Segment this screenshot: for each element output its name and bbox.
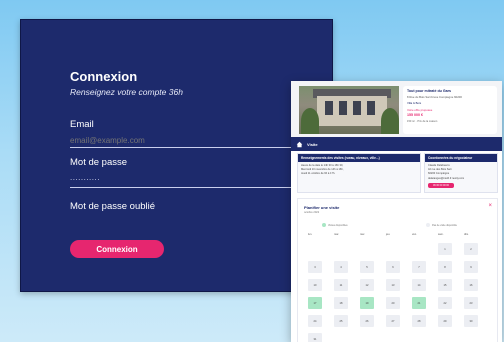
- email-label: Email: [70, 119, 94, 130]
- calendar-day[interactable]: 20: [386, 297, 400, 309]
- calendar-day[interactable]: 12: [360, 279, 374, 291]
- visit-planner: Planifier une visite octobre 2022 × Visi…: [297, 198, 498, 342]
- planner-title: Planifier une visite: [304, 205, 340, 210]
- calendar-day[interactable]: 17: [308, 297, 322, 309]
- calendar-day[interactable]: 30: [464, 315, 478, 327]
- listing-offer-tag: Votre offre proposée: [407, 108, 433, 112]
- listing-title: Tout pour mitraté du Gars: [407, 89, 452, 93]
- legend-dot: [322, 223, 326, 227]
- property-photo: [299, 86, 399, 134]
- legend-unavailable: Pas de visite disponible: [426, 223, 457, 227]
- photo-window: [325, 101, 333, 115]
- visit-requirements: Renseignements des visites (rueau, nivea…: [297, 153, 421, 193]
- calendar-day[interactable]: 23: [464, 297, 478, 309]
- legend-label: Visites disponibles: [328, 223, 348, 227]
- calendar-day[interactable]: 11: [334, 279, 348, 291]
- calendar-day[interactable]: 31: [308, 333, 322, 342]
- requirements-title: Renseignements des visites (rueau, nivea…: [298, 154, 420, 162]
- email-input[interactable]: [70, 133, 300, 148]
- calendar-day[interactable]: 26: [360, 315, 374, 327]
- requirements-line: Jeudi 11 octobre de 9h à 17h.: [301, 172, 336, 176]
- listing-type: Villa & Bois: [407, 101, 422, 105]
- calendar-day[interactable]: 6: [386, 261, 400, 273]
- login-card: Connexion Renseignez votre compte 36h Em…: [20, 19, 333, 292]
- home-icon: [296, 141, 303, 147]
- weekday-label: lun.: [308, 233, 313, 236]
- login-button[interactable]: Connexion: [70, 240, 164, 258]
- calendar-day[interactable]: 1: [438, 243, 452, 255]
- planner-month: octobre 2022: [304, 211, 320, 214]
- calendar-day[interactable]: 29: [438, 315, 452, 327]
- calendar-day[interactable]: 7: [412, 261, 426, 273]
- calendar-day[interactable]: 10: [308, 279, 322, 291]
- calendar-day[interactable]: 9: [464, 261, 478, 273]
- calendar-day[interactable]: 5: [360, 261, 374, 273]
- weekday-label: jeu.: [386, 233, 391, 236]
- calendar-day[interactable]: 28: [412, 315, 426, 327]
- weekday-label: mar.: [334, 233, 340, 236]
- legend-label: Pas de visite disponible: [432, 223, 457, 227]
- listing-price: 155 000 €: [407, 113, 423, 117]
- close-icon[interactable]: ×: [488, 203, 492, 209]
- photo-tree: [381, 108, 399, 134]
- calendar-day[interactable]: 19: [360, 297, 374, 309]
- listing-meta: 150 m² · Prix de la maison: [407, 120, 438, 123]
- contact-title: Coordonnées du négociateur: [425, 154, 497, 162]
- legend-available: Visites disponibles: [322, 223, 348, 227]
- calendar-day[interactable]: 13: [386, 279, 400, 291]
- listing-address: 8 Rue du Bois Sart bruxe Compiègne 60200: [407, 95, 462, 99]
- password-label: Mot de passe: [70, 157, 128, 168]
- login-subtitle: Renseignez votre compte 36h: [70, 87, 183, 97]
- weekday-label: mer.: [360, 233, 366, 236]
- calendar-day[interactable]: 14: [412, 279, 426, 291]
- weekday-label: dim.: [464, 233, 469, 236]
- password-input[interactable]: ...........: [70, 173, 300, 188]
- calendar-day[interactable]: 3: [308, 261, 322, 273]
- photo-tree: [301, 108, 319, 134]
- property-header: Tout pour mitraté du Gars 8 Rue du Bois …: [291, 81, 502, 137]
- login-title: Connexion: [70, 69, 138, 84]
- calendar-day[interactable]: 27: [386, 315, 400, 327]
- forgot-password-link[interactable]: Mot de passe oublié: [70, 201, 155, 212]
- calendar-day[interactable]: 25: [334, 315, 348, 327]
- visite-label: Visite: [307, 141, 318, 147]
- calendar-day[interactable]: 16: [464, 279, 478, 291]
- contact-line: delaranges@ns2d.fr.nexity.com: [428, 176, 465, 180]
- visite-bar: Visite: [291, 137, 502, 151]
- listing-summary: Tout pour mitraté du Gars 8 Rue du Bois …: [403, 86, 497, 134]
- negotiator-contact: Coordonnées du négociateur Claude Delahu…: [424, 153, 498, 193]
- calendar-day[interactable]: 21: [412, 297, 426, 309]
- calendar-day[interactable]: 22: [438, 297, 452, 309]
- photo-window: [367, 101, 375, 115]
- weekday-label: ven.: [412, 233, 417, 236]
- calendar-day[interactable]: 18: [334, 297, 348, 309]
- contact-phone-button[interactable]: 06 00 00 00 00: [428, 183, 454, 188]
- info-row: Renseignements des visites (rueau, nivea…: [291, 153, 502, 193]
- calendar-day[interactable]: 8: [438, 261, 452, 273]
- legend-dot: [426, 223, 430, 227]
- calendar-day[interactable]: 4: [334, 261, 348, 273]
- calendar-day[interactable]: 2: [464, 243, 478, 255]
- photo-window: [339, 101, 347, 115]
- photo-window: [353, 101, 361, 115]
- weekday-label: sam.: [438, 233, 444, 236]
- property-preview: Tout pour mitraté du Gars 8 Rue du Bois …: [291, 81, 502, 342]
- calendar-day[interactable]: 24: [308, 315, 322, 327]
- calendar-day[interactable]: 15: [438, 279, 452, 291]
